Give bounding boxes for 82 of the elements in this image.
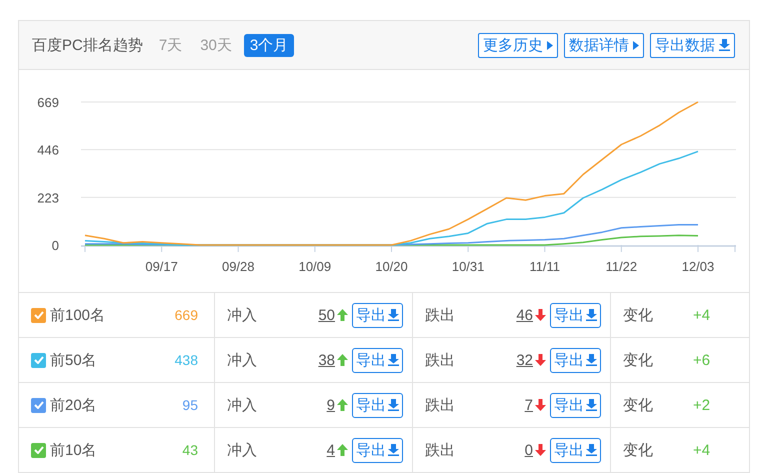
x-tick-label: 12/03 [682,259,714,274]
x-tick-label: 10/09 [298,259,332,274]
count-value: 43 [182,442,198,458]
y-tick-label: 669 [37,95,59,110]
download-icon [388,309,399,321]
link-button[interactable]: 数据详情 [564,32,644,58]
range-tab[interactable]: 7天 [152,34,188,56]
export-button[interactable]: 导出 [352,392,403,418]
count-value: 95 [182,397,198,413]
metric-label: 变化 [623,440,653,460]
change-value: +4 [693,306,710,324]
metric-label: 冲入 [227,396,257,414]
metric-label: 变化 [623,396,653,414]
row-label: 前20名 [50,396,97,414]
up-arrow-icon [337,444,348,456]
down-arrow-icon [535,309,546,321]
metric-label: 跌出 [425,306,455,324]
download-icon [719,39,730,51]
loss-count-link[interactable]: 0 [524,442,533,458]
download-icon [388,399,399,411]
down-arrow-icon [535,444,546,456]
change-value: +4 [693,442,710,458]
metric-label: 跌出 [425,396,455,414]
export-button[interactable]: 导出 [352,302,403,328]
y-tick-label: 446 [37,142,59,158]
gain-count-link[interactable]: 38 [318,352,335,368]
down-arrow-icon [535,354,546,366]
range-tab[interactable]: 30天 [194,34,238,56]
gain-count-link[interactable]: 4 [326,442,335,458]
range-tab[interactable]: 3个月 [244,34,294,56]
loss-count-link[interactable]: 32 [516,352,533,368]
change-value: +6 [693,352,710,368]
metric-label: 跌出 [425,440,455,460]
x-tick-label: 11/11 [529,259,560,274]
x-tick-label: 09/17 [145,259,178,274]
y-tick-label: 0 [52,238,59,253]
checkbox[interactable] [31,352,46,368]
y-tick-label: 223 [37,190,59,206]
export-button[interactable]: 导出 [352,438,403,462]
row-label: 前50名 [50,350,97,370]
x-tick-label: 11/22 [606,259,638,274]
count-value: 669 [174,307,198,323]
metric-label: 冲入 [227,350,257,370]
metric-label: 冲入 [227,440,257,460]
export-button[interactable]: 导出 [550,302,601,328]
export-button[interactable]: 导出数据 [650,32,735,58]
down-arrow-icon [535,399,546,411]
checkbox[interactable] [31,308,46,322]
x-tick-label: 10/31 [452,259,484,274]
row-label: 前10名 [50,440,97,460]
loss-count-link[interactable]: 7 [524,396,533,414]
download-icon [388,444,399,456]
row-label: 前100名 [50,306,106,324]
panel-title: 百度PC排名趋势 [32,36,143,54]
up-arrow-icon [337,309,348,321]
metric-label: 冲入 [227,306,257,324]
export-button[interactable]: 导出 [550,392,601,418]
up-arrow-icon [337,399,348,411]
download-icon [586,399,597,411]
download-icon [586,309,597,321]
export-button[interactable]: 导出 [550,348,601,372]
link-button[interactable]: 更多历史 [478,32,558,58]
caret-icon [633,40,639,50]
export-button[interactable]: 导出 [352,348,403,372]
export-button[interactable]: 导出 [550,438,601,462]
x-tick-label: 09/28 [222,259,255,274]
download-icon [388,354,399,366]
download-icon [586,354,597,366]
up-arrow-icon [337,354,348,366]
gain-count-link[interactable]: 50 [318,306,335,324]
metric-label: 变化 [623,350,653,370]
gain-count-link[interactable]: 9 [326,396,335,414]
checkbox[interactable] [31,398,46,412]
x-tick-label: 10/20 [375,259,408,274]
loss-count-link[interactable]: 46 [516,306,533,324]
caret-icon [547,40,553,50]
download-icon [586,444,597,456]
change-value: +2 [693,396,710,414]
metric-label: 变化 [623,306,653,324]
metric-label: 跌出 [425,350,455,370]
count-value: 438 [174,352,198,368]
checkbox[interactable] [31,442,46,458]
